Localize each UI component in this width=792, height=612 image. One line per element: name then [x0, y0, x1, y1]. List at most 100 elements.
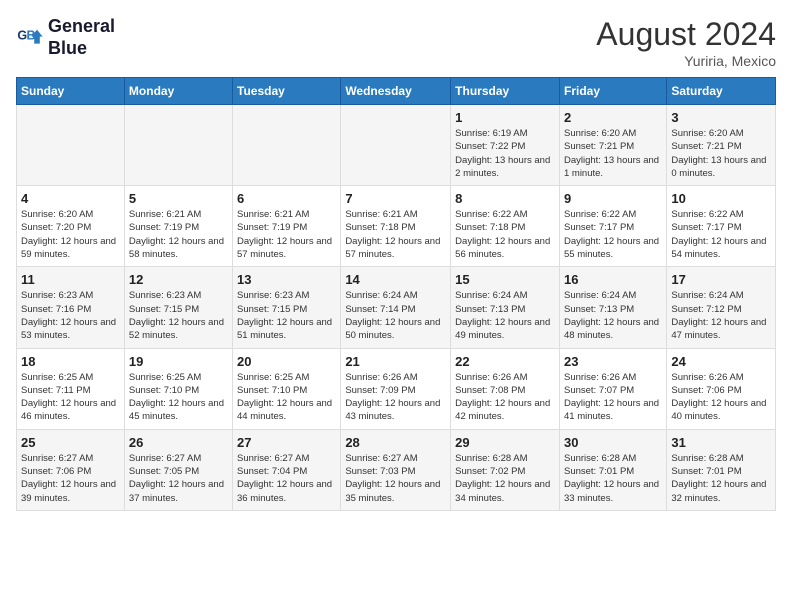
calendar-cell: 12 Sunrise: 6:23 AM Sunset: 7:15 PM Dayli…: [124, 267, 232, 348]
header-row: Sunday Monday Tuesday Wednesday Thursday…: [17, 78, 776, 105]
day-number: 1: [455, 110, 555, 125]
day-info: Sunrise: 6:28 AM Sunset: 7:01 PM Dayligh…: [564, 452, 662, 505]
calendar-cell: 8 Sunrise: 6:22 AM Sunset: 7:18 PM Daylig…: [451, 186, 560, 267]
day-info: Sunrise: 6:24 AM Sunset: 7:13 PM Dayligh…: [455, 289, 555, 342]
calendar-cell: 19 Sunrise: 6:25 AM Sunset: 7:10 PM Dayli…: [124, 348, 232, 429]
calendar-cell: 14Sunrise: 6:24 AM Sunset: 7:14 PM Dayli…: [341, 267, 451, 348]
calendar-header: Sunday Monday Tuesday Wednesday Thursday…: [17, 78, 776, 105]
calendar-body: 1 Sunrise: 6:19 AM Sunset: 7:22 PM Daylig…: [17, 105, 776, 511]
day-number: 31: [671, 435, 771, 450]
day-info: Sunrise: 6:25 AM Sunset: 7:10 PM Dayligh…: [129, 371, 228, 424]
calendar-cell: 15Sunrise: 6:24 AM Sunset: 7:13 PM Dayli…: [451, 267, 560, 348]
calendar-cell: 2 Sunrise: 6:20 AM Sunset: 7:21 PM Daylig…: [559, 105, 666, 186]
calendar-cell: 28 Sunrise: 6:27 AM Sunset: 7:03 PM Dayli…: [341, 429, 451, 510]
calendar-cell: 23Sunrise: 6:26 AM Sunset: 7:07 PM Dayli…: [559, 348, 666, 429]
day-info: Sunrise: 6:21 AM Sunset: 7:19 PM Dayligh…: [129, 208, 228, 261]
day-number: 29: [455, 435, 555, 450]
col-sunday: Sunday: [17, 78, 125, 105]
calendar-cell: 27Sunrise: 6:27 AM Sunset: 7:04 PM Dayli…: [233, 429, 341, 510]
day-number: 10: [671, 191, 771, 206]
calendar-cell: 16 Sunrise: 6:24 AM Sunset: 7:13 PM Dayli…: [559, 267, 666, 348]
day-number: 9: [564, 191, 662, 206]
day-number: 8: [455, 191, 555, 206]
location-label: Yuriria, Mexico: [596, 53, 776, 69]
month-year-title: August 2024: [596, 16, 776, 53]
day-number: 2: [564, 110, 662, 125]
calendar-cell: 5 Sunrise: 6:21 AM Sunset: 7:19 PM Daylig…: [124, 186, 232, 267]
day-number: 22: [455, 354, 555, 369]
day-info: Sunrise: 6:26 AM Sunset: 7:06 PM Dayligh…: [671, 371, 771, 424]
day-number: 21: [345, 354, 446, 369]
day-info: Sunrise: 6:20 AM Sunset: 7:21 PM Dayligh…: [671, 127, 771, 180]
calendar-cell: 3 Sunrise: 6:20 AM Sunset: 7:21 PM Daylig…: [667, 105, 776, 186]
calendar-cell: 20Sunrise: 6:25 AM Sunset: 7:10 PM Dayli…: [233, 348, 341, 429]
title-area: August 2024 Yuriria, Mexico: [596, 16, 776, 69]
day-info: Sunrise: 6:23 AM Sunset: 7:15 PM Dayligh…: [237, 289, 336, 342]
day-info: Sunrise: 6:27 AM Sunset: 7:03 PM Dayligh…: [345, 452, 446, 505]
day-number: 25: [21, 435, 120, 450]
day-info: Sunrise: 6:25 AM Sunset: 7:10 PM Dayligh…: [237, 371, 336, 424]
logo-text: General Blue: [48, 16, 115, 59]
day-number: 16: [564, 272, 662, 287]
day-info: Sunrise: 6:20 AM Sunset: 7:20 PM Dayligh…: [21, 208, 120, 261]
day-info: Sunrise: 6:26 AM Sunset: 7:09 PM Dayligh…: [345, 371, 446, 424]
day-info: Sunrise: 6:24 AM Sunset: 7:12 PM Dayligh…: [671, 289, 771, 342]
col-monday: Monday: [124, 78, 232, 105]
day-info: Sunrise: 6:28 AM Sunset: 7:01 PM Dayligh…: [671, 452, 771, 505]
day-number: 28: [345, 435, 446, 450]
day-number: 13: [237, 272, 336, 287]
day-number: 4: [21, 191, 120, 206]
calendar-cell: 10Sunrise: 6:22 AM Sunset: 7:17 PM Dayli…: [667, 186, 776, 267]
calendar-cell: 22 Sunrise: 6:26 AM Sunset: 7:08 PM Dayli…: [451, 348, 560, 429]
calendar-week-2: 4 Sunrise: 6:20 AM Sunset: 7:20 PM Daylig…: [17, 186, 776, 267]
day-number: 23: [564, 354, 662, 369]
col-tuesday: Tuesday: [233, 78, 341, 105]
calendar-cell: 30 Sunrise: 6:28 AM Sunset: 7:01 PM Dayli…: [559, 429, 666, 510]
calendar-cell: 9 Sunrise: 6:22 AM Sunset: 7:17 PM Daylig…: [559, 186, 666, 267]
day-info: Sunrise: 6:28 AM Sunset: 7:02 PM Dayligh…: [455, 452, 555, 505]
calendar-cell: 7Sunrise: 6:21 AM Sunset: 7:18 PM Daylig…: [341, 186, 451, 267]
logo: G B General Blue: [16, 16, 115, 59]
calendar-cell: 25 Sunrise: 6:27 AM Sunset: 7:06 PM Dayli…: [17, 429, 125, 510]
page-header: G B General Blue August 2024 Yuriria, Me…: [16, 16, 776, 69]
calendar-cell: 11Sunrise: 6:23 AM Sunset: 7:16 PM Dayli…: [17, 267, 125, 348]
day-number: 17: [671, 272, 771, 287]
calendar-week-5: 25 Sunrise: 6:27 AM Sunset: 7:06 PM Dayli…: [17, 429, 776, 510]
calendar-table: Sunday Monday Tuesday Wednesday Thursday…: [16, 77, 776, 511]
day-number: 11: [21, 272, 120, 287]
day-number: 19: [129, 354, 228, 369]
day-info: Sunrise: 6:27 AM Sunset: 7:06 PM Dayligh…: [21, 452, 120, 505]
calendar-week-1: 1 Sunrise: 6:19 AM Sunset: 7:22 PM Daylig…: [17, 105, 776, 186]
logo-icon: G B: [16, 24, 44, 52]
day-info: Sunrise: 6:22 AM Sunset: 7:18 PM Dayligh…: [455, 208, 555, 261]
day-info: Sunrise: 6:21 AM Sunset: 7:19 PM Dayligh…: [237, 208, 336, 261]
calendar-cell: [17, 105, 125, 186]
col-friday: Friday: [559, 78, 666, 105]
day-number: 18: [21, 354, 120, 369]
day-number: 24: [671, 354, 771, 369]
day-info: Sunrise: 6:23 AM Sunset: 7:15 PM Dayligh…: [129, 289, 228, 342]
day-number: 12: [129, 272, 228, 287]
day-info: Sunrise: 6:24 AM Sunset: 7:13 PM Dayligh…: [564, 289, 662, 342]
calendar-cell: 29 Sunrise: 6:28 AM Sunset: 7:02 PM Dayli…: [451, 429, 560, 510]
day-info: Sunrise: 6:19 AM Sunset: 7:22 PM Dayligh…: [455, 127, 555, 180]
day-number: 3: [671, 110, 771, 125]
day-number: 26: [129, 435, 228, 450]
calendar-cell: 31 Sunrise: 6:28 AM Sunset: 7:01 PM Dayli…: [667, 429, 776, 510]
calendar-cell: 21 Sunrise: 6:26 AM Sunset: 7:09 PM Dayli…: [341, 348, 451, 429]
col-saturday: Saturday: [667, 78, 776, 105]
day-info: Sunrise: 6:26 AM Sunset: 7:08 PM Dayligh…: [455, 371, 555, 424]
calendar-cell: 18 Sunrise: 6:25 AM Sunset: 7:11 PM Dayli…: [17, 348, 125, 429]
calendar-cell: 1 Sunrise: 6:19 AM Sunset: 7:22 PM Daylig…: [451, 105, 560, 186]
day-number: 5: [129, 191, 228, 206]
day-info: Sunrise: 6:20 AM Sunset: 7:21 PM Dayligh…: [564, 127, 662, 180]
day-info: Sunrise: 6:27 AM Sunset: 7:04 PM Dayligh…: [237, 452, 336, 505]
day-number: 14: [345, 272, 446, 287]
day-number: 6: [237, 191, 336, 206]
day-info: Sunrise: 6:25 AM Sunset: 7:11 PM Dayligh…: [21, 371, 120, 424]
calendar-cell: 17 Sunrise: 6:24 AM Sunset: 7:12 PM Dayli…: [667, 267, 776, 348]
day-number: 30: [564, 435, 662, 450]
day-info: Sunrise: 6:21 AM Sunset: 7:18 PM Dayligh…: [345, 208, 446, 261]
calendar-cell: [341, 105, 451, 186]
day-info: Sunrise: 6:22 AM Sunset: 7:17 PM Dayligh…: [564, 208, 662, 261]
